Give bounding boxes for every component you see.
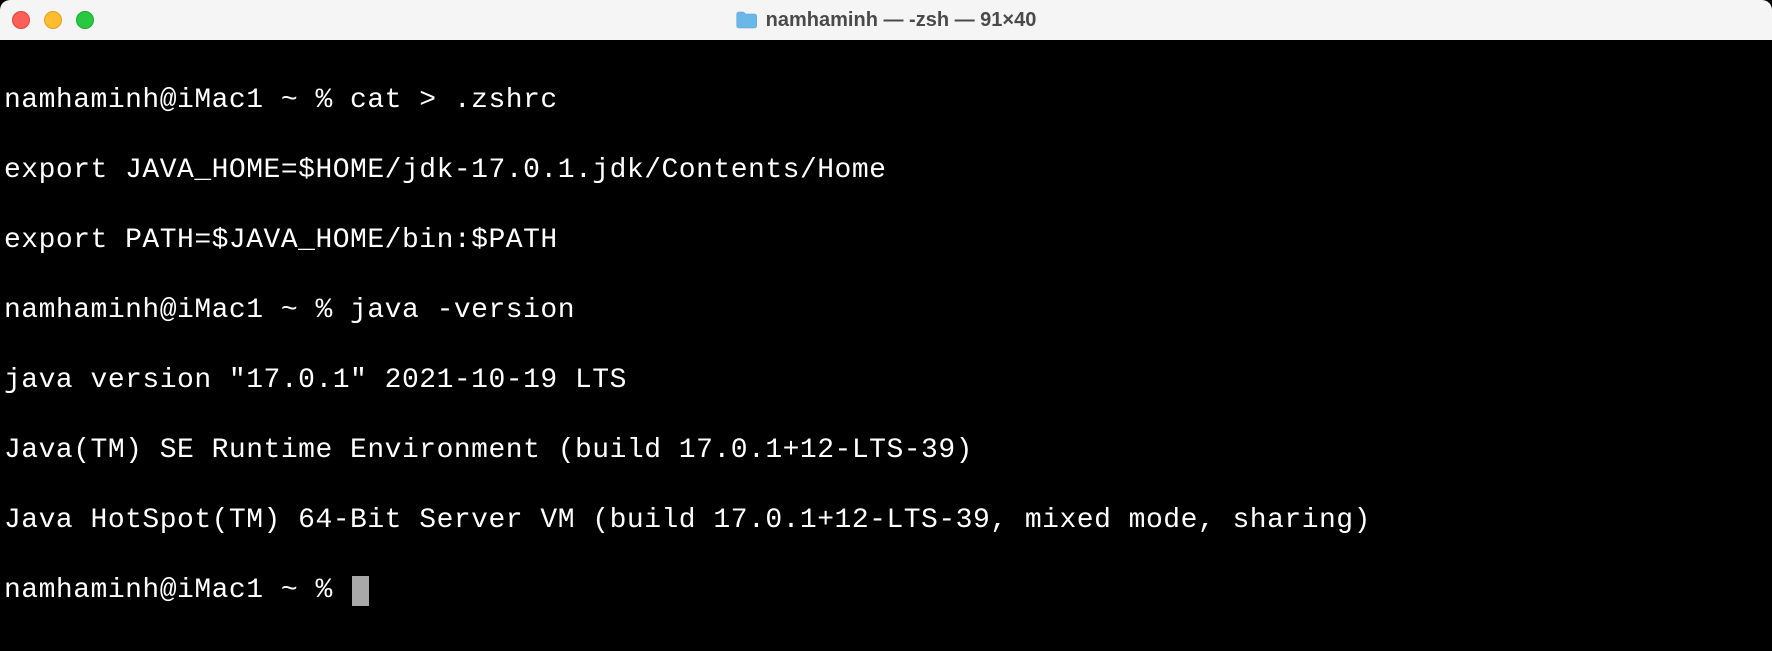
close-button[interactable] [12,11,30,29]
terminal-line: namhaminh@iMac1 ~ % java -version [4,293,1768,328]
terminal-cursor [352,576,369,606]
terminal-line: Java HotSpot(TM) 64-Bit Server VM (build… [4,503,1768,538]
terminal-line: Java(TM) SE Runtime Environment (build 1… [4,433,1768,468]
terminal-line: namhaminh@iMac1 ~ % cat > .zshrc [4,83,1768,118]
terminal-line: export JAVA_HOME=$HOME/jdk-17.0.1.jdk/Co… [4,153,1768,188]
window-title: namhaminh — -zsh — 91×40 [736,9,1037,32]
terminal-line: java version "17.0.1" 2021-10-19 LTS [4,363,1768,398]
terminal-prompt-line: namhaminh@iMac1 ~ % [4,573,1768,608]
terminal-prompt-text: namhaminh@iMac1 ~ % [4,575,350,606]
minimize-button[interactable] [44,11,62,29]
terminal-output[interactable]: namhaminh@iMac1 ~ % cat > .zshrc export … [0,40,1772,651]
window-titlebar[interactable]: namhaminh — -zsh — 91×40 [0,0,1772,40]
maximize-button[interactable] [76,11,94,29]
terminal-line: export PATH=$JAVA_HOME/bin:$PATH [4,223,1768,258]
folder-icon [736,11,758,29]
window-title-text: namhaminh — -zsh — 91×40 [766,9,1037,32]
traffic-lights [12,11,94,29]
